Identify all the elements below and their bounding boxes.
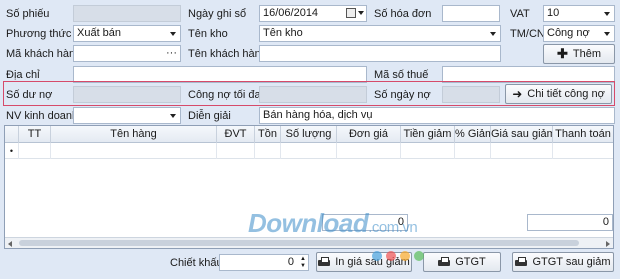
gtgt-button[interactable]: GTGT [423, 252, 501, 272]
ten-kho-select[interactable]: Tên kho [259, 25, 501, 42]
so-hoa-don-field[interactable] [442, 5, 500, 22]
chi-tiet-cong-no-button[interactable]: ➜ Chi tiết công nợ [505, 84, 612, 104]
table-cell[interactable] [255, 143, 281, 159]
spin-down-icon[interactable]: ▼ [300, 263, 306, 269]
grid-header: TT Tên hàng ĐVT Tồn Số lượng Đơn giá Tiề… [5, 126, 613, 143]
printer-icon [318, 257, 331, 267]
chiet-khau-field[interactable]: 0 ▲ ▼ [219, 254, 309, 271]
col-dvt[interactable]: ĐVT [217, 126, 255, 143]
ngay-ghi-so-value: 16/06/2014 [263, 7, 319, 19]
table-row[interactable]: • [5, 143, 613, 159]
cong-no-toi-da-field [259, 86, 367, 103]
dot-blue [372, 251, 382, 261]
col-ton[interactable]: Tồn [255, 126, 281, 143]
col-gia-sau-giam[interactable]: Giá sau giảm [491, 126, 553, 143]
them-button[interactable]: ✚ Thêm [543, 44, 615, 64]
col-don-gia[interactable]: Đơn giá [337, 126, 401, 143]
vat-select[interactable]: 10 [543, 5, 615, 22]
col-thanh-toan[interactable]: Thanh toán [553, 126, 613, 143]
scroll-right-icon[interactable] [606, 241, 610, 247]
scroll-left-icon[interactable] [8, 241, 12, 247]
table-cell[interactable] [553, 143, 613, 159]
so-du-no-field [73, 86, 181, 103]
so-ngay-no-field [442, 86, 500, 103]
table-cell[interactable] [455, 143, 491, 159]
printer-icon [438, 257, 451, 267]
vat-label: VAT [510, 8, 530, 20]
dot-green [414, 251, 424, 261]
col-tt[interactable]: TT [19, 126, 51, 143]
chevron-down-icon [486, 27, 499, 40]
printer-icon [515, 257, 528, 267]
ma-so-thue-label: Mã số thuế [374, 69, 429, 81]
ten-khach-hang-field[interactable] [259, 45, 501, 62]
ngay-ghi-so-field[interactable]: 16/06/2014 [259, 5, 367, 22]
phuong-thuc-value: Xuất bán [77, 27, 122, 39]
calendar-icon[interactable] [346, 8, 356, 18]
arrow-right-icon: ➜ [512, 87, 523, 101]
total-field-left: 0 [322, 214, 408, 231]
chevron-down-icon [600, 7, 613, 20]
table-cell[interactable] [51, 143, 217, 159]
ma-khach-hang-label: Mã khách hàng [6, 48, 82, 60]
dot-orange [400, 251, 410, 261]
dien-giai-field[interactable]: Bán hàng hóa, dịch vụ [259, 107, 615, 124]
total-field-right: 0 [527, 214, 613, 231]
so-ngay-no-label: Số ngày nợ [374, 89, 431, 101]
row-marker: • [5, 143, 19, 159]
table-cell[interactable] [337, 143, 401, 159]
ellipsis-icon[interactable]: ··· [166, 46, 177, 61]
gtgt-sau-giam-button[interactable]: GTGT sau giảm [512, 252, 614, 272]
chi-tiet-cong-no-label: Chi tiết công nợ [527, 88, 605, 100]
watermark-dots [372, 251, 424, 261]
vat-value: 10 [547, 7, 560, 19]
dot-red [386, 251, 396, 261]
ten-kho-label: Tên kho [188, 28, 228, 40]
table-cell[interactable] [217, 143, 255, 159]
chevron-down-icon [358, 11, 364, 15]
so-phieu-field[interactable] [73, 5, 181, 22]
chevron-down-icon [600, 27, 613, 40]
tmcn-label: TM/CN [510, 28, 545, 40]
grid-corner [5, 126, 19, 143]
col-ten-hang[interactable]: Tên hàng [51, 126, 217, 143]
so-du-no-label: Số dư nợ [6, 89, 53, 101]
them-button-label: Thêm [572, 48, 602, 60]
so-phieu-label: Số phiếu [6, 8, 50, 20]
table-cell[interactable] [19, 143, 51, 159]
so-hoa-don-label: Số hóa đơn [374, 8, 432, 20]
dia-chi-label: Địa chỉ [6, 69, 40, 81]
ma-khach-hang-field[interactable]: ··· [73, 45, 181, 62]
col-phan-tram-giam[interactable]: % Giảm [455, 126, 491, 143]
col-tien-giam[interactable]: Tiền giảm [401, 126, 455, 143]
chevron-down-icon [166, 27, 179, 40]
spin-up-icon[interactable]: ▲ [300, 256, 306, 262]
col-so-luong[interactable]: Số lượng [281, 126, 337, 143]
scrollbar-thumb[interactable] [19, 240, 579, 246]
dien-giai-label: Diễn giải [188, 110, 231, 122]
nv-kinh-doanh-select[interactable] [73, 107, 181, 124]
gtgt-sau-giam-label: GTGT sau giảm [532, 256, 611, 268]
table-cell[interactable] [491, 143, 553, 159]
phuong-thuc-label: Phương thức [6, 28, 72, 40]
tmcn-select[interactable]: Công nợ [543, 25, 615, 42]
chiet-khau-label: Chiết khấu [170, 257, 223, 269]
gtgt-label: GTGT [455, 256, 486, 268]
chiet-khau-value: 0 [287, 256, 294, 268]
ten-kho-value: Tên kho [263, 27, 303, 39]
table-cell[interactable] [401, 143, 455, 159]
horizontal-scrollbar[interactable] [5, 237, 613, 248]
ten-khach-hang-label: Tên khách hàng [188, 48, 267, 60]
phuong-thuc-select[interactable]: Xuất bán [73, 25, 181, 42]
chevron-down-icon [166, 109, 179, 122]
cong-no-toi-da-label: Công nợ tối đa [188, 89, 261, 101]
table-cell[interactable] [281, 143, 337, 159]
nv-kinh-doanh-label: NV kinh doanh [6, 110, 79, 122]
tmcn-value: Công nợ [547, 27, 590, 39]
ngay-ghi-so-label: Ngày ghi sổ [188, 8, 247, 20]
plus-icon: ✚ [556, 46, 568, 61]
items-grid[interactable]: TT Tên hàng ĐVT Tồn Số lượng Đơn giá Tiề… [4, 125, 614, 249]
